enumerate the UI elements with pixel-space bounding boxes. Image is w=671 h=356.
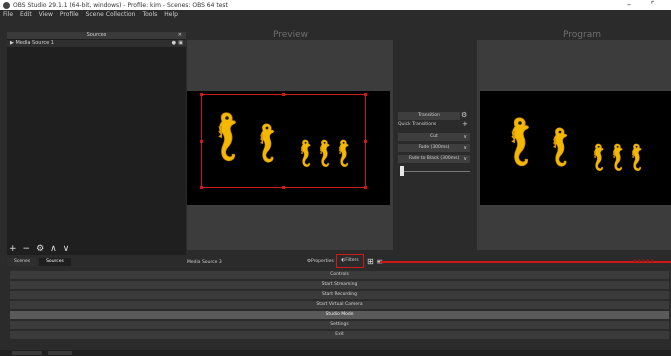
seahorse-medium-program — [552, 127, 568, 167]
selected-source-name: Media Source 3 — [187, 260, 222, 265]
status-segment — [48, 351, 72, 355]
source-selection-box[interactable] — [201, 94, 366, 188]
seahorse-small-1-program — [593, 143, 604, 172]
resize-handle[interactable] — [364, 186, 367, 189]
quick-transition-cut[interactable]: Cut ∨ — [398, 133, 470, 141]
quick-transitions-label: Quick Transitions — [398, 122, 437, 127]
resize-handle[interactable] — [200, 186, 203, 189]
red-annotation-line — [380, 261, 671, 263]
chevron-down-icon[interactable]: ∨ — [463, 144, 467, 152]
seahorse-small-3-program — [631, 143, 642, 172]
add-quick-transition-icon[interactable]: + — [462, 120, 468, 128]
resize-handle[interactable] — [200, 140, 203, 143]
studio-mode-button[interactable]: Studio Mode — [10, 311, 669, 319]
resize-handle[interactable] — [282, 186, 285, 189]
start-virtual-camera-button[interactable]: Start Virtual Camera — [10, 301, 669, 309]
dock-tabs: Scenes Sources — [7, 258, 73, 266]
tab-sources[interactable]: Sources — [39, 258, 71, 266]
red-annotation-dots: ▪▪▪▪▪ — [633, 258, 655, 264]
properties-label: Properties — [311, 259, 334, 264]
filters-label: Filters — [345, 258, 359, 263]
resize-handle[interactable] — [364, 140, 367, 143]
quick-transition-cut-label: Cut — [430, 134, 438, 139]
grid-icon[interactable]: ⊞ — [367, 257, 374, 266]
properties-button[interactable]: ⚙Properties — [307, 257, 334, 267]
chevron-down-icon[interactable]: ∨ — [463, 133, 467, 141]
start-streaming-button[interactable]: Start Streaming — [10, 281, 669, 289]
start-recording-button[interactable]: Start Recording — [10, 291, 669, 299]
tbar-handle[interactable] — [400, 166, 404, 176]
tab-scenes[interactable]: Scenes — [7, 258, 38, 266]
filters-button[interactable]: ◐Filters — [336, 254, 364, 268]
controls-header: Controls — [10, 271, 669, 279]
tbar-track[interactable] — [400, 171, 470, 172]
resize-handle[interactable] — [200, 93, 203, 96]
transition-gear-icon[interactable]: ⚙ — [461, 111, 467, 119]
exit-button[interactable]: Exit — [10, 331, 669, 339]
seahorse-small-2-program — [612, 143, 623, 172]
transition-button[interactable]: Transition — [398, 112, 460, 120]
seahorse-large-program — [510, 117, 530, 167]
status-segment — [12, 351, 42, 355]
settings-button[interactable]: Settings — [10, 321, 669, 329]
chevron-down-icon[interactable]: ∨ — [463, 155, 467, 163]
resize-handle[interactable] — [364, 93, 367, 96]
resize-handle[interactable] — [282, 93, 285, 96]
status-bar — [0, 350, 671, 356]
quick-transition-fade-label: Fade (300ms) — [418, 145, 450, 150]
quick-transition-fade[interactable]: Fade (300ms) ∨ — [398, 144, 470, 152]
quick-transition-fade-black-label: Fade to Black (300ms) — [408, 156, 460, 161]
quick-transition-fade-black[interactable]: Fade to Black (300ms) ∨ — [398, 155, 470, 163]
